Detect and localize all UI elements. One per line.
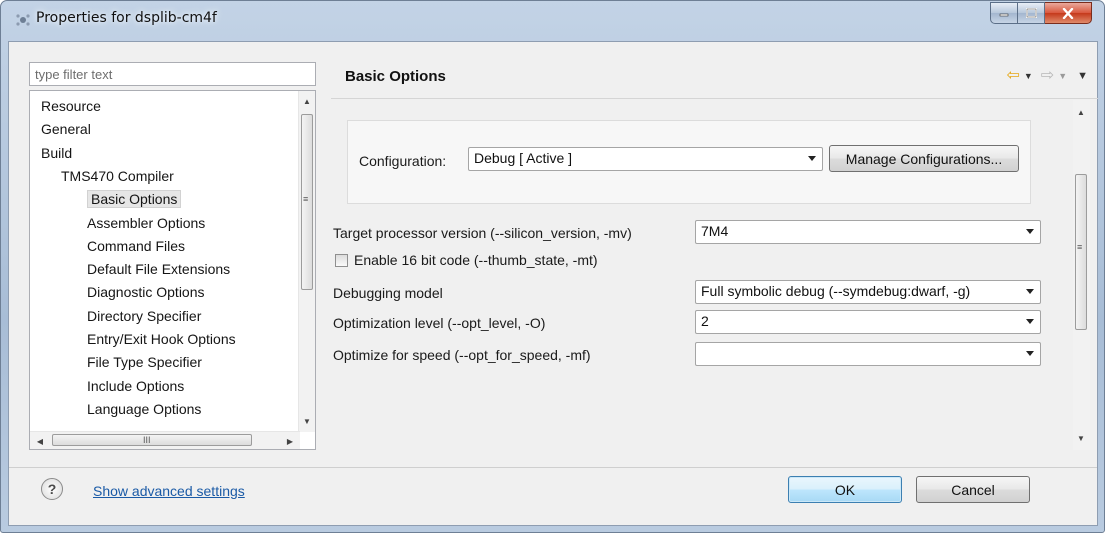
debugging-model-select[interactable]: Full symbolic debug (--symdebug:dwarf, -… — [695, 280, 1041, 304]
options-vertical-scrollbar[interactable]: ▲ ≡ ▼ — [1073, 100, 1090, 450]
tree-item[interactable]: File Type Specifier — [87, 351, 202, 373]
tree-item[interactable]: Resource — [41, 95, 101, 117]
filter-input[interactable] — [29, 62, 316, 86]
history-navigation: ⇦ ▼ ⇨ ▼ ▼ — [1006, 67, 1088, 85]
tree-item[interactable]: Command Files — [87, 235, 185, 257]
window-title: Properties for dsplib-cm4f — [36, 10, 217, 26]
close-icon — [1062, 7, 1074, 19]
tree-item-label: Assembler Options — [87, 214, 206, 231]
view-menu-icon[interactable]: ▼ — [1077, 70, 1088, 82]
tree-item[interactable]: Diagnostic Options — [87, 281, 205, 303]
tree-item[interactable]: Entry/Exit Hook Options — [87, 328, 236, 350]
tree-item[interactable]: General — [41, 118, 91, 140]
tree-item[interactable]: Default File Extensions — [87, 258, 230, 280]
tree-item-label: Entry/Exit Hook Options — [87, 331, 236, 347]
header-divider — [331, 98, 1098, 99]
optimize-for-speed-select[interactable] — [695, 342, 1041, 366]
maximize-button[interactable] — [1018, 2, 1045, 24]
optimization-level-value: 2 — [701, 313, 709, 329]
help-icon[interactable]: ? — [41, 478, 63, 500]
tree-item-label: Build — [41, 144, 73, 161]
chevron-down-icon — [1026, 351, 1034, 356]
scroll-down-arrow-icon[interactable]: ▼ — [1073, 430, 1089, 446]
tree-item[interactable]: Directory Specifier — [87, 305, 201, 327]
scroll-down-arrow-icon[interactable]: ▼ — [299, 413, 315, 429]
scroll-grip-icon: ≡ — [303, 194, 309, 204]
tree-item-label: Include Options — [87, 377, 185, 394]
optimization-level-select[interactable]: 2 — [695, 310, 1041, 334]
option-label: Debugging model — [333, 285, 443, 301]
options-scroll-thumb[interactable]: ≡ — [1075, 174, 1087, 330]
cancel-button[interactable]: Cancel — [916, 476, 1030, 503]
scroll-grip-icon: ≡ — [1077, 242, 1083, 252]
configuration-select[interactable]: Debug [ Active ] — [468, 147, 823, 171]
configuration-group: Configuration: Debug [ Active ] Manage C… — [347, 120, 1031, 204]
tree-item-label: Resource — [41, 98, 101, 114]
minimize-icon — [999, 13, 1009, 17]
app-icon — [16, 14, 30, 26]
tree-item[interactable]: Assembler Options — [87, 212, 205, 234]
tree-item-label: Language Options — [87, 400, 202, 417]
scroll-up-arrow-icon[interactable]: ▲ — [1073, 104, 1089, 120]
tree-item-label: Diagnostic Options — [87, 284, 205, 301]
tree-horizontal-scrollbar[interactable]: ◀ III ▶ — [30, 431, 300, 449]
page-header: Basic Options ⇦ ▼ ⇨ ▼ ▼ — [331, 58, 1098, 100]
tree-item[interactable]: TMS470 Compiler — [61, 165, 174, 187]
chevron-down-icon — [808, 156, 816, 161]
scroll-right-arrow-icon[interactable]: ▶ — [282, 433, 298, 449]
checkbox-label: Enable 16 bit code (--thumb_state, -mt) — [354, 252, 598, 268]
page-title: Basic Options — [345, 68, 446, 85]
show-advanced-settings-link[interactable]: Show advanced settings — [93, 483, 245, 499]
property-tree: Resource General Build TMS470 Compiler Basic… — [29, 90, 316, 450]
forward-arrow-icon[interactable]: ⇨ — [1041, 67, 1054, 85]
tree-item-label: General — [41, 121, 91, 138]
chevron-down-icon — [1026, 229, 1034, 234]
target-processor-select[interactable]: 7M4 — [695, 220, 1041, 244]
tree-item-label: TMS470 Compiler — [61, 167, 174, 184]
options-panel: Configuration: Debug [ Active ] Manage C… — [333, 100, 1075, 450]
maximize-icon — [1025, 8, 1037, 18]
title-bar[interactable]: Properties for dsplib-cm4f — [1, 1, 1104, 41]
back-dropdown-icon[interactable]: ▼ — [1024, 71, 1033, 81]
manage-configurations-button[interactable]: Manage Configurations... — [829, 145, 1019, 172]
tree-item[interactable]: Include Options — [87, 375, 184, 397]
configuration-label: Configuration: — [359, 153, 447, 169]
caption-buttons — [990, 2, 1092, 24]
close-button[interactable] — [1045, 2, 1092, 24]
tree-item[interactable]: Build — [41, 142, 72, 164]
tree-item-label: Directory Specifier — [87, 307, 202, 324]
debugging-model-value: Full symbolic debug (--symdebug:dwarf, -… — [701, 283, 971, 299]
thumb-state-checkbox[interactable] — [335, 254, 348, 267]
minimize-button[interactable] — [990, 2, 1018, 24]
target-processor-value: 7M4 — [701, 223, 729, 239]
tree-hscroll-thumb[interactable]: III — [52, 434, 252, 446]
tree-item-label: File Type Specifier — [87, 354, 202, 371]
footer-divider — [9, 467, 1097, 468]
tree-vertical-scrollbar[interactable]: ▲ ≡ ▼ — [298, 91, 315, 432]
configuration-value: Debug [ Active ] — [474, 150, 573, 166]
back-arrow-icon[interactable]: ⇦ — [1006, 67, 1019, 85]
tree-scroll-thumb[interactable]: ≡ — [301, 114, 313, 290]
tree-item[interactable]: Basic Options — [87, 188, 182, 210]
properties-dialog: Properties for dsplib-cm4f Resource Gener… — [0, 0, 1105, 533]
forward-dropdown-icon[interactable]: ▼ — [1058, 71, 1067, 81]
scroll-up-arrow-icon[interactable]: ▲ — [299, 93, 315, 109]
tree-item-label: Default File Extensions — [87, 261, 231, 278]
dialog-client-area: Resource General Build TMS470 Compiler Basic… — [8, 41, 1098, 526]
hscroll-grip-icon: III — [143, 435, 151, 445]
ok-button[interactable]: OK — [788, 476, 902, 503]
option-label: Target processor version (--silicon_vers… — [333, 225, 632, 241]
scroll-left-arrow-icon[interactable]: ◀ — [32, 433, 48, 449]
chevron-down-icon — [1026, 319, 1034, 324]
tree-items: Resource General Build TMS470 Compiler Basic… — [30, 91, 300, 432]
option-label: Optimize for speed (--opt_for_speed, -mf… — [333, 347, 591, 363]
tree-item-label: Basic Options — [87, 190, 182, 209]
tree-item[interactable]: Language Options — [87, 398, 201, 420]
option-label: Optimization level (--opt_level, -O) — [333, 315, 546, 331]
chevron-down-icon — [1026, 289, 1034, 294]
tree-item-label: Command Files — [87, 237, 186, 254]
